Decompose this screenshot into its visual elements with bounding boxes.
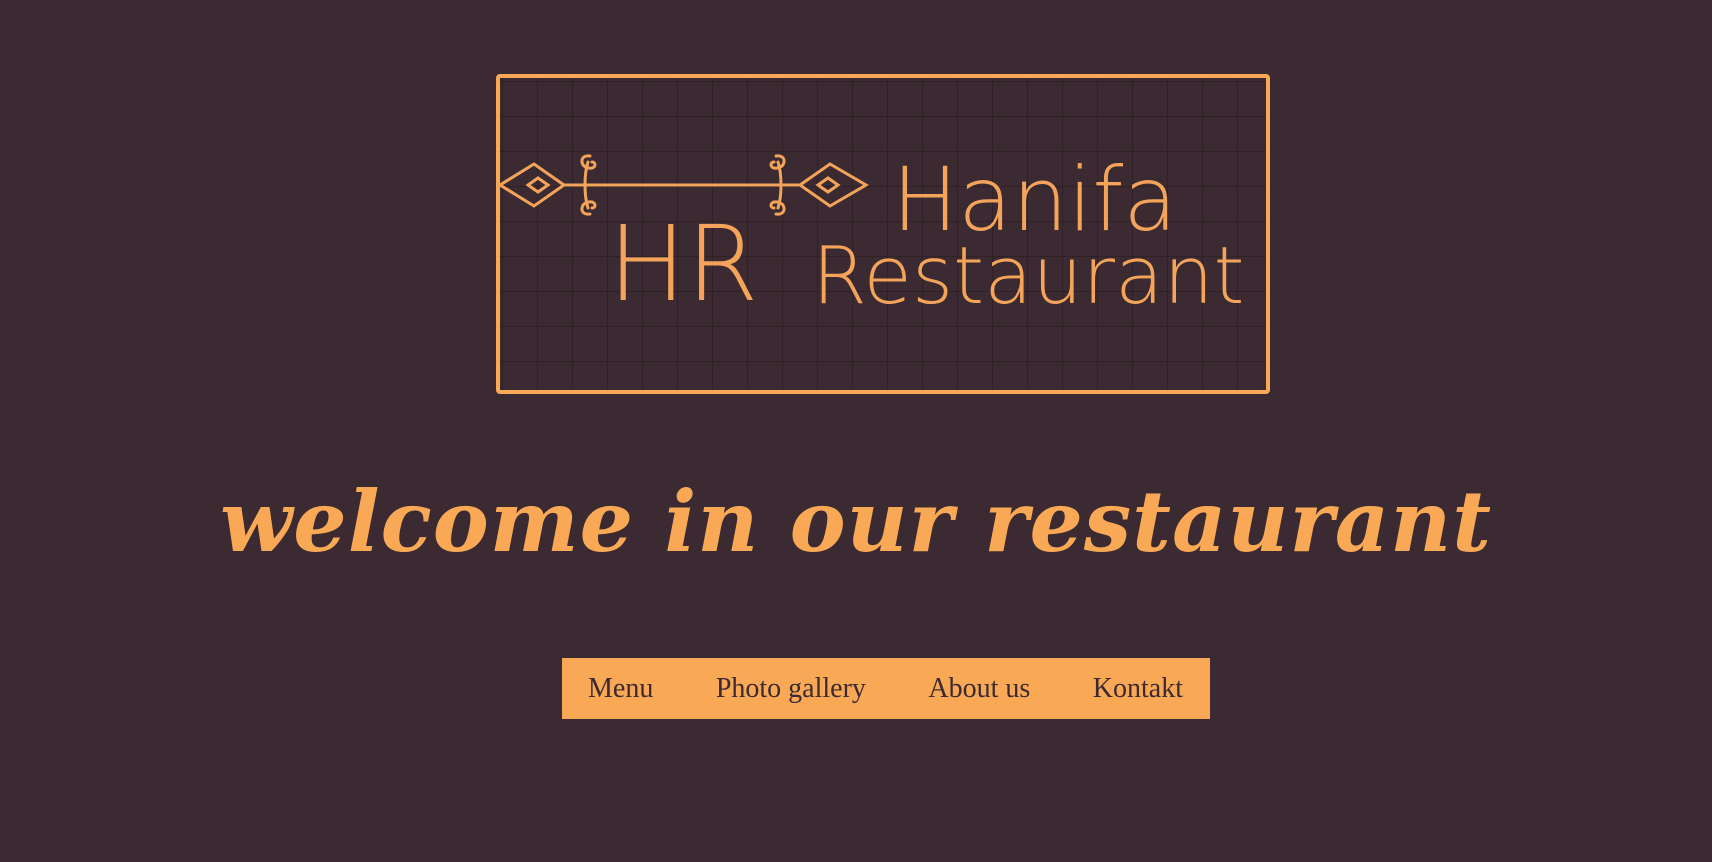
logo-name-line2: Restaurant bbox=[812, 230, 1245, 322]
restaurant-logo: HR Hanifa Restaurant bbox=[496, 74, 1270, 394]
nav-link-kontakt[interactable]: Kontakt bbox=[1093, 658, 1183, 719]
welcome-heading: welcome in our restaurant bbox=[219, 472, 1493, 571]
logo-graphic: HR Hanifa Restaurant bbox=[500, 148, 1245, 325]
main-navigation: Menu Photo gallery About us Kontakt bbox=[562, 658, 1210, 719]
logo-monogram: HR bbox=[608, 203, 758, 325]
nav-link-photo-gallery[interactable]: Photo gallery bbox=[716, 658, 866, 719]
nav-link-about-us[interactable]: About us bbox=[928, 658, 1030, 719]
nav-link-menu[interactable]: Menu bbox=[588, 658, 653, 719]
